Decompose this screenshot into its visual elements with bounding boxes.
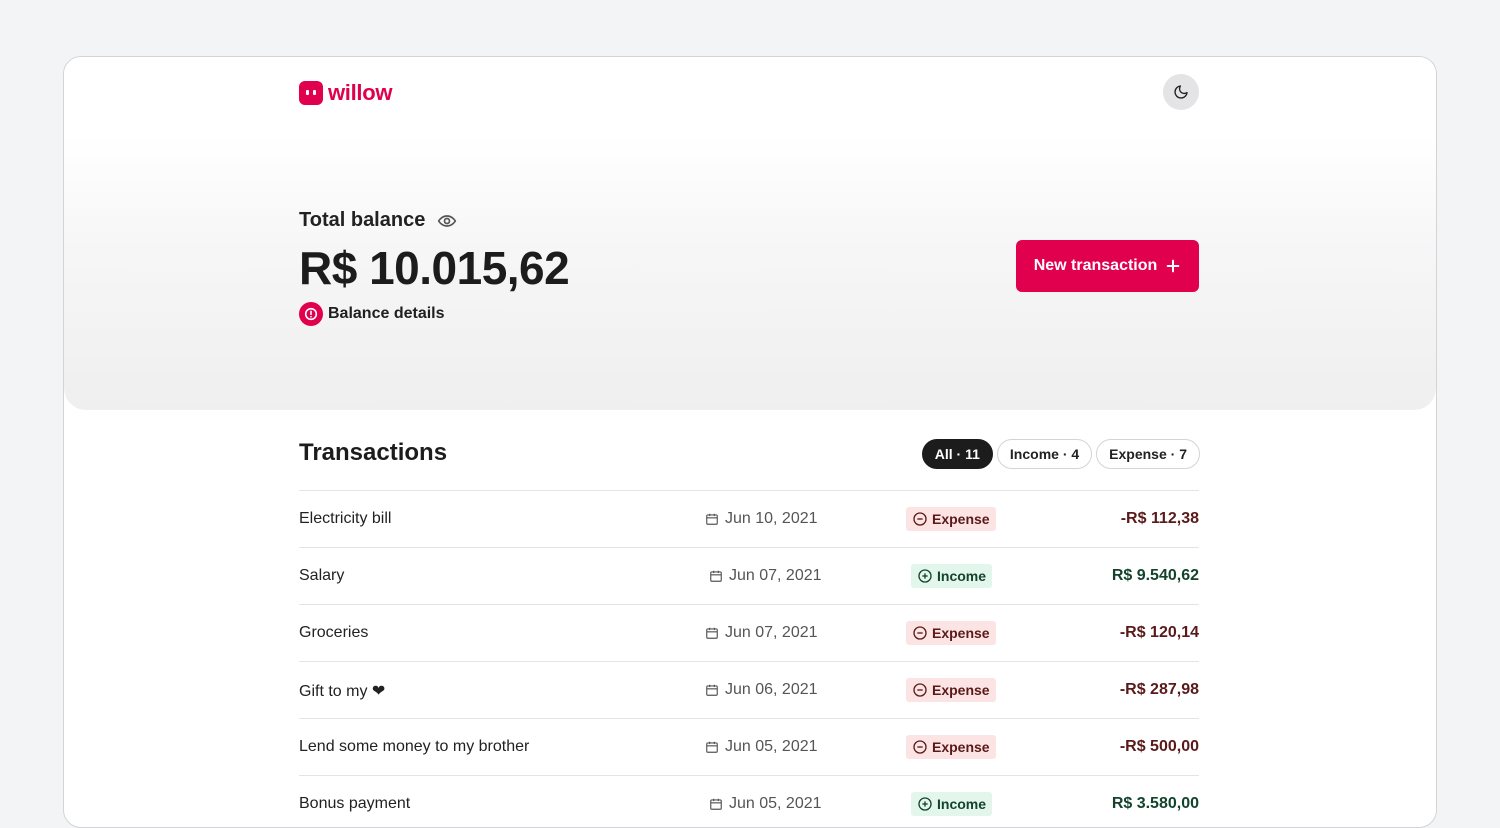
transaction-name: Lend some money to my brother bbox=[299, 738, 530, 755]
type-badge-label: Expense bbox=[932, 511, 990, 527]
filter-income[interactable]: Income · 4 bbox=[996, 439, 1093, 469]
transaction-date-text: Jun 05, 2021 bbox=[725, 738, 818, 755]
total-balance-text: Total balance bbox=[299, 209, 426, 231]
transaction-name: Groceries bbox=[299, 624, 369, 641]
type-badge: Expense bbox=[906, 678, 996, 702]
logo[interactable]: willow bbox=[299, 80, 393, 105]
balance-details-label: Balance details bbox=[328, 305, 445, 322]
moon-icon bbox=[1174, 85, 1188, 99]
minus-circle-icon bbox=[913, 683, 927, 697]
eye-icon[interactable] bbox=[437, 211, 457, 231]
transactions-title: Transactions bbox=[299, 439, 448, 466]
minus-circle-icon bbox=[913, 740, 927, 754]
transaction-date: Jun 05, 2021 bbox=[705, 738, 818, 756]
transaction-date: Jun 06, 2021 bbox=[705, 681, 818, 699]
type-badge-label: Income bbox=[937, 796, 987, 812]
transaction-amount: -R$ 112,38 bbox=[1120, 510, 1199, 527]
transaction-name: Electricity bill bbox=[299, 510, 392, 527]
transaction-row[interactable]: Lend some money to my brother Jun 05, 20… bbox=[299, 718, 1199, 775]
type-badge: Expense bbox=[906, 507, 996, 531]
transaction-amount: -R$ 500,00 bbox=[1119, 738, 1199, 755]
type-badge-label: Expense bbox=[932, 739, 990, 755]
calendar-icon bbox=[710, 798, 722, 810]
filter-expense[interactable]: Expense · 7 bbox=[1096, 439, 1200, 469]
type-badge: Income bbox=[911, 792, 993, 816]
logo-mark-icon bbox=[299, 81, 323, 105]
total-balance-amount: R$ 10.015,62 bbox=[299, 242, 570, 294]
type-badge-label: Expense bbox=[932, 625, 990, 641]
calendar-icon bbox=[710, 570, 722, 582]
transaction-date-text: Jun 07, 2021 bbox=[729, 567, 822, 584]
transaction-row[interactable]: Bonus payment Jun 05, 2021 Income R$ 3.5… bbox=[299, 775, 1199, 827]
calendar-icon bbox=[706, 513, 718, 525]
plus-icon bbox=[1166, 259, 1180, 273]
transaction-date: Jun 07, 2021 bbox=[709, 567, 822, 585]
transaction-date-text: Jun 10, 2021 bbox=[725, 510, 818, 527]
calendar-icon bbox=[706, 684, 718, 696]
type-badge: Income bbox=[911, 564, 993, 588]
transaction-amount: R$ 9.540,62 bbox=[1111, 567, 1199, 584]
transaction-name: Salary bbox=[299, 567, 345, 584]
calendar-icon bbox=[706, 741, 718, 753]
minus-circle-icon bbox=[913, 512, 927, 526]
logo-text: willow bbox=[328, 80, 393, 105]
transaction-name: Gift to my ❤ bbox=[299, 683, 386, 700]
transaction-date-text: Jun 05, 2021 bbox=[729, 795, 822, 812]
type-badge-label: Expense bbox=[932, 682, 990, 698]
app-window: willow Total balance R$ 10.015,62 Balanc… bbox=[63, 56, 1437, 828]
transactions-list: Electricity bill Jun 10, 2021 Expense -R… bbox=[299, 490, 1199, 827]
transaction-filters: All · 11 Income · 4 Expense · 7 bbox=[921, 439, 1200, 469]
transaction-date-text: Jun 06, 2021 bbox=[725, 681, 818, 698]
transaction-row[interactable]: Groceries Jun 07, 2021 Expense -R$ 120,1… bbox=[299, 604, 1199, 661]
transaction-date: Jun 07, 2021 bbox=[705, 624, 818, 642]
minus-circle-icon bbox=[913, 626, 927, 640]
plus-circle-icon bbox=[918, 797, 932, 811]
total-balance-label: Total balance bbox=[299, 209, 457, 232]
new-transaction-button[interactable]: New transaction bbox=[1016, 240, 1199, 292]
transaction-row[interactable]: Electricity bill Jun 10, 2021 Expense -R… bbox=[299, 490, 1199, 547]
plus-circle-icon bbox=[918, 569, 932, 583]
transaction-amount: -R$ 287,98 bbox=[1119, 681, 1199, 698]
transaction-date: Jun 05, 2021 bbox=[709, 795, 822, 813]
type-badge-label: Income bbox=[937, 568, 987, 584]
transaction-date: Jun 10, 2021 bbox=[705, 510, 818, 528]
alert-circle-icon bbox=[299, 302, 323, 326]
transaction-amount: R$ 3.580,00 bbox=[1111, 795, 1199, 812]
theme-toggle-button[interactable] bbox=[1163, 74, 1199, 110]
type-badge: Expense bbox=[906, 621, 996, 645]
calendar-icon bbox=[706, 627, 718, 639]
transaction-date-text: Jun 07, 2021 bbox=[725, 624, 818, 641]
transaction-name: Bonus payment bbox=[299, 795, 411, 812]
balance-details-link[interactable]: Balance details bbox=[299, 302, 445, 326]
transaction-amount: -R$ 120,14 bbox=[1119, 624, 1199, 641]
new-transaction-label: New transaction bbox=[1033, 257, 1158, 274]
filter-all[interactable]: All · 11 bbox=[921, 439, 993, 469]
transaction-row[interactable]: Salary Jun 07, 2021 Income R$ 9.540,62 bbox=[299, 547, 1199, 604]
type-badge: Expense bbox=[906, 735, 996, 759]
balance-hero bbox=[64, 57, 1436, 410]
transaction-row[interactable]: Gift to my ❤ Jun 06, 2021 Expense -R$ 28… bbox=[299, 661, 1199, 718]
